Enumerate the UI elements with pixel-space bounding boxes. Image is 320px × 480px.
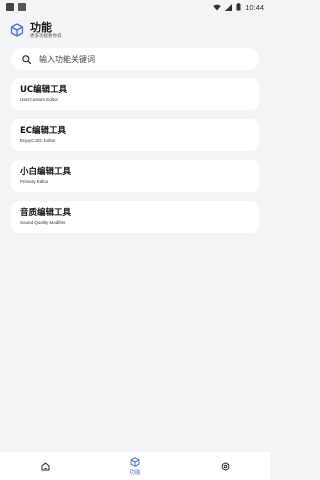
wifi-icon	[213, 4, 222, 10]
notification-icon	[6, 3, 14, 11]
card-subtitle: Primary Editor	[20, 179, 49, 184]
page-subtitle: 更多功能要你说	[30, 33, 62, 39]
cube-icon	[130, 456, 140, 467]
search-icon	[22, 54, 31, 64]
bottom-nav: 功能	[0, 452, 270, 480]
card-title: EC编辑工具	[20, 126, 67, 136]
card-subtitle: Sound Quality Modifier	[20, 220, 66, 225]
card-subtitle: EnjoyCJZC Editor	[20, 138, 56, 143]
nav-item-settings[interactable]	[195, 461, 255, 471]
signal-icon	[225, 3, 233, 11]
card-title: UC编辑工具	[20, 85, 68, 95]
tool-card-uc[interactable]: UC编辑工具 UserCustom Editor	[11, 78, 259, 110]
tool-card-ec[interactable]: EC编辑工具 EnjoyCJZC Editor	[11, 119, 259, 151]
card-subtitle: UserCustom Editor	[20, 97, 59, 102]
status-bar: 10:44	[0, 0, 270, 14]
search-bar[interactable]	[11, 48, 259, 70]
card-title: 音质编辑工具	[20, 208, 72, 218]
home-icon	[41, 462, 49, 470]
tool-card-sound[interactable]: 音质编辑工具 Sound Quality Modifier	[11, 201, 259, 233]
nav-label-features: 功能	[129, 469, 141, 476]
cube-logo-icon	[10, 23, 24, 37]
search-input[interactable]	[39, 54, 239, 64]
tool-card-primary[interactable]: 小白编辑工具 Primary Editor	[11, 160, 259, 192]
gear-icon	[221, 461, 229, 471]
nav-item-features[interactable]: 功能	[105, 456, 165, 476]
card-title: 小白编辑工具	[20, 167, 72, 177]
page-title: 功能	[30, 20, 52, 34]
battery-icon	[236, 3, 241, 11]
status-time: 10:44	[245, 2, 264, 12]
page-header: 功能 更多功能要你说	[10, 18, 260, 42]
download-notification-icon	[18, 3, 26, 11]
nav-item-home[interactable]	[15, 462, 75, 471]
